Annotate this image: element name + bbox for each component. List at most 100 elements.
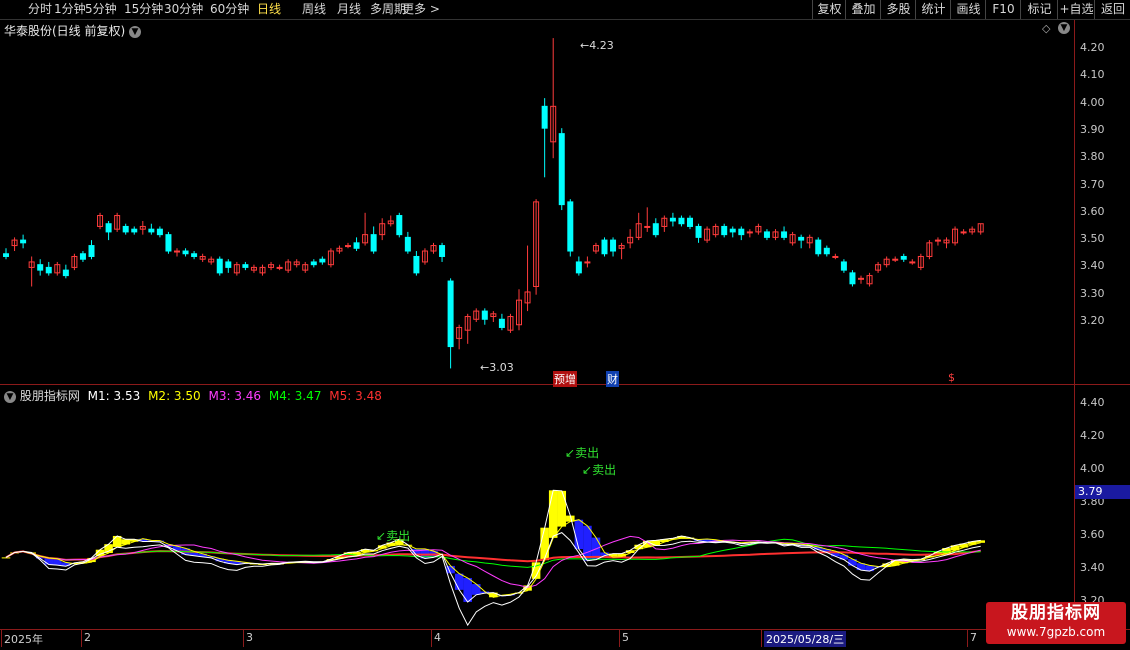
candle-body xyxy=(182,250,189,255)
candle-body xyxy=(165,234,172,252)
candle-body xyxy=(3,253,9,257)
event-marker-finance[interactable]: 财 xyxy=(606,371,619,387)
candle-body xyxy=(601,239,608,255)
indicator-tick: 4.00 xyxy=(1080,462,1105,475)
date-separator xyxy=(619,629,620,647)
event-marker-forecast[interactable]: 预增 xyxy=(553,371,577,387)
candlestick-chart[interactable] xyxy=(0,0,1074,630)
candle-body xyxy=(37,264,44,271)
candle-body xyxy=(567,201,574,252)
toolbar-button-8[interactable]: 返回 xyxy=(1094,0,1130,19)
price-tick: 3.30 xyxy=(1080,286,1105,300)
indicator-band xyxy=(574,519,584,550)
candle-body xyxy=(88,245,95,257)
m3-line xyxy=(5,535,981,588)
candle-body xyxy=(225,261,232,268)
candle-body xyxy=(669,217,676,222)
indicator-tick: 3.40 xyxy=(1080,561,1105,574)
candle-body xyxy=(242,264,249,268)
price-tick: 4.00 xyxy=(1080,95,1105,109)
candle-body xyxy=(909,261,916,264)
price-tick: 3.50 xyxy=(1080,232,1105,246)
price-tick: 3.70 xyxy=(1080,177,1105,191)
date-separator xyxy=(81,629,82,647)
date-separator xyxy=(431,629,432,647)
candle-body xyxy=(746,231,753,234)
event-marker-dollar[interactable]: $ xyxy=(948,371,955,384)
candle-body xyxy=(934,239,941,242)
candle-body xyxy=(900,255,907,260)
indicator-tick: 3.60 xyxy=(1080,528,1105,541)
candle-body xyxy=(832,255,839,258)
candle-body xyxy=(678,217,685,225)
indicator-tick: 4.20 xyxy=(1080,429,1105,442)
sell-signal-3: ↙卖出 xyxy=(376,529,411,543)
candle-body xyxy=(45,266,52,274)
candle-body xyxy=(644,225,651,228)
date-separator xyxy=(967,629,968,647)
price-tick: 3.20 xyxy=(1080,314,1105,327)
candle-body xyxy=(413,255,420,274)
candle-body xyxy=(404,236,411,252)
candle-body xyxy=(575,261,582,274)
indicator-band xyxy=(583,525,592,561)
indicator-band xyxy=(548,490,558,538)
candle-body xyxy=(721,225,728,236)
candle-body xyxy=(815,239,822,255)
m1-lower-line xyxy=(5,532,981,627)
date-label: 2025年 xyxy=(4,633,43,646)
watermark-logo: 股朋指标网 www.7gpzb.com xyxy=(986,602,1126,644)
price-tick: 4.10 xyxy=(1080,68,1105,82)
candle-body xyxy=(858,277,864,280)
candle-body xyxy=(396,215,403,236)
date-label: 2025/05/28/三 xyxy=(764,631,847,647)
candle-body xyxy=(558,133,565,206)
date-separator xyxy=(761,629,762,647)
price-axis-divider xyxy=(1074,20,1075,630)
candle-body xyxy=(849,272,856,285)
candle-body xyxy=(498,318,505,328)
candle-body xyxy=(447,280,454,348)
candle-body xyxy=(276,266,283,269)
candle-body xyxy=(216,258,223,274)
price-tick: 3.60 xyxy=(1080,204,1105,218)
candle-body xyxy=(156,228,163,236)
indicator-band xyxy=(471,584,481,595)
candle-body xyxy=(840,261,847,271)
current-value-badge: 3.79 xyxy=(1075,485,1130,499)
indicator-band xyxy=(557,490,567,527)
candle-body xyxy=(79,253,86,260)
price-tick: 3.80 xyxy=(1080,150,1105,164)
candle-body xyxy=(798,236,805,241)
candle-body xyxy=(729,228,736,233)
candle-body xyxy=(652,223,659,236)
candle-body xyxy=(191,253,198,257)
date-label: 3 xyxy=(246,631,253,644)
candle-body xyxy=(892,258,899,261)
m1-line xyxy=(5,489,981,603)
candle-body xyxy=(738,228,745,236)
sell-signal-1: ↙卖出 xyxy=(565,446,600,460)
date-label: 7 xyxy=(970,631,977,644)
candle-body xyxy=(763,231,770,238)
candle-body xyxy=(960,231,967,234)
candle-body xyxy=(584,261,591,264)
candle-body xyxy=(62,269,69,277)
candle-body xyxy=(695,225,702,238)
indicator-band xyxy=(1,557,11,559)
date-separator xyxy=(243,629,244,647)
date-label: 2 xyxy=(84,631,91,644)
date-label: 5 xyxy=(622,631,629,644)
candle-body xyxy=(823,247,830,255)
indicator-tick: 4.40 xyxy=(1080,396,1105,409)
candle-body xyxy=(610,239,617,252)
candle-body xyxy=(105,223,112,233)
candle-body xyxy=(174,250,180,253)
price-tick: 3.40 xyxy=(1080,259,1105,273)
indicator-band xyxy=(540,527,549,561)
indicator-band xyxy=(454,573,464,590)
candle-body xyxy=(781,231,788,238)
high-price-label: ←4.23 xyxy=(580,39,614,52)
candle-body xyxy=(687,217,693,227)
candle-body xyxy=(353,242,360,249)
